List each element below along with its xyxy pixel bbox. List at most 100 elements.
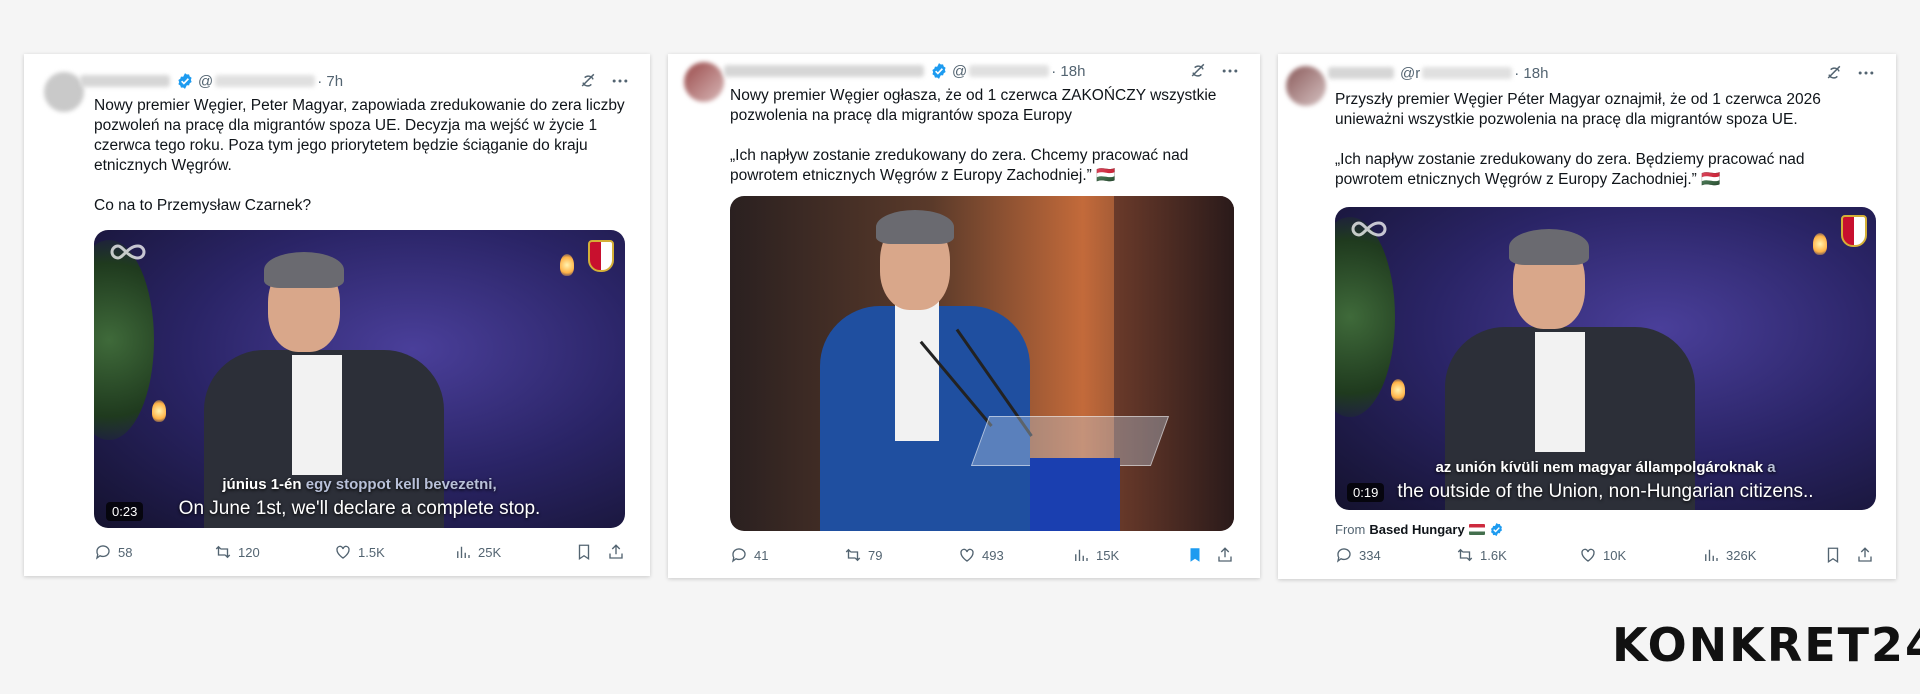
avatar[interactable] [1286,66,1326,106]
share-button[interactable] [607,543,625,561]
video-player[interactable]: június 1-én egy stoppot kell bevezetni, … [94,230,625,528]
like-count: 1.5K [358,544,385,560]
avatar[interactable] [684,62,724,102]
grok-icon[interactable] [1188,61,1208,81]
blurred-display-name[interactable] [1328,67,1394,79]
repost-icon [845,549,861,561]
bookmark-icon [578,544,590,560]
tweet-header: @ · 7h [80,70,630,92]
speaker-hair [1509,229,1589,265]
from-source-link[interactable]: Based Hungary [1369,522,1464,537]
tweet-card-3[interactable]: @r · 18h Przyszły premier Węgier Péter M… [1278,54,1896,579]
konkret24-logo: KONKRET24 [1612,618,1920,672]
subtitle-hungarian: június 1-én egy stoppot kell bevezetni, [222,476,497,493]
views-count: 15K [1096,547,1120,563]
like-button[interactable]: 10K [1579,546,1626,564]
tweet-card-1[interactable]: @ · 7h Nowy premier Węgier, Peter Magyar… [24,54,650,576]
blurred-handle[interactable] [1422,67,1513,79]
subtitle-english: On June 1st, we'll declare a complete st… [178,498,541,519]
speaker-shirt [292,355,342,475]
reply-icon [732,548,746,562]
views-button[interactable]: 15K [1072,546,1119,564]
like-button[interactable]: 1.5K [334,543,385,561]
plant-decoration [1335,217,1395,417]
tweet-header: @ · 18h [724,60,1240,82]
repost-count: 79 [868,547,883,563]
podium-base [1030,458,1120,531]
views-icon [1705,549,1718,562]
repost-icon [215,546,231,558]
video-duration: 0:19 [1347,483,1385,502]
views-count: 25K [478,544,502,560]
grok-icon[interactable] [1824,63,1844,83]
bookmark-icon [1827,547,1839,563]
grok-icon[interactable] [578,71,598,91]
share-icon [609,544,623,559]
reply-button[interactable]: 58 [94,543,132,561]
like-count: 10K [1603,547,1627,563]
more-icon[interactable] [1220,61,1240,81]
timestamp[interactable]: · 7h [317,73,343,90]
tweet-text: Przyszły premier Węgier Péter Magyar ozn… [1335,91,1821,188]
plant-decoration [94,240,154,440]
more-icon[interactable] [1856,63,1876,83]
repost-count: 120 [238,544,260,560]
stage-backdrop [1114,196,1234,531]
handle-prefix: @ [198,72,214,90]
reply-icon [1337,548,1351,562]
verified-badge-icon [931,62,947,80]
share-button[interactable] [1856,546,1874,564]
reply-icon [96,545,110,559]
hungarian-crest [588,240,614,272]
views-icon [1075,549,1088,562]
like-button[interactable]: 493 [958,546,1004,564]
verified-badge-icon [177,72,193,90]
speaker-shirt [895,301,939,441]
speaker-shirt [1535,332,1585,452]
blurred-display-name[interactable] [724,65,924,77]
lamp-light [1813,233,1827,255]
views-button[interactable]: 25K [454,543,501,561]
tweet-photo[interactable] [730,196,1234,531]
reply-count: 58 [118,544,133,560]
share-icon [1858,547,1872,562]
timestamp[interactable]: · 18h [1514,65,1548,82]
timestamp[interactable]: · 18h [1051,63,1085,80]
repost-count: 1.6K [1480,547,1507,563]
video-player[interactable]: az unión kívüli nem magyar állampolgárok… [1335,207,1876,510]
hungary-flag-icon [1468,524,1485,535]
action-bar: 41 79 493 15K [668,544,1260,566]
repost-button[interactable]: 79 [844,546,882,564]
repost-button[interactable]: 1.6K [1456,546,1507,564]
action-bar: 58 120 1.5K 25K [24,541,650,563]
views-count: 326K [1726,547,1757,563]
tweet-text: Nowy premier Węgier ogłasza, że od 1 cze… [730,87,1217,184]
repost-button[interactable]: 120 [214,543,260,561]
bookmark-button[interactable] [1824,546,1842,564]
more-icon[interactable] [610,71,630,91]
speaker-hair [876,210,954,244]
subtitle-hungarian: az unión kívüli nem magyar állampolgárok… [1435,459,1776,476]
share-button[interactable] [1216,546,1234,564]
blurred-handle[interactable] [969,65,1050,77]
bookmark-button[interactable] [575,543,593,561]
handle-prefix: @ [952,62,968,80]
avatar[interactable] [44,72,84,112]
reply-button[interactable]: 41 [730,546,768,564]
handle-prefix: @r [1400,64,1421,82]
tweet-header: @r · 18h [1328,62,1876,84]
reply-button[interactable]: 334 [1335,546,1381,564]
hungarian-crest [1841,215,1867,247]
reply-count: 334 [1359,547,1381,563]
speaker-hair [264,252,344,288]
subtitle-english: the outside of the Union, non-Hungarian … [1397,481,1814,502]
candle-light [1391,379,1405,401]
blurred-display-name[interactable] [80,75,170,87]
like-icon [1581,548,1595,562]
like-count: 493 [982,547,1004,563]
views-button[interactable]: 326K [1702,546,1756,564]
blurred-handle[interactable] [215,75,316,87]
bookmark-button[interactable] [1186,546,1204,564]
tweet-card-2[interactable]: @ · 18h Nowy premier Węgier ogłasza, że … [668,54,1260,578]
like-icon [336,545,350,559]
